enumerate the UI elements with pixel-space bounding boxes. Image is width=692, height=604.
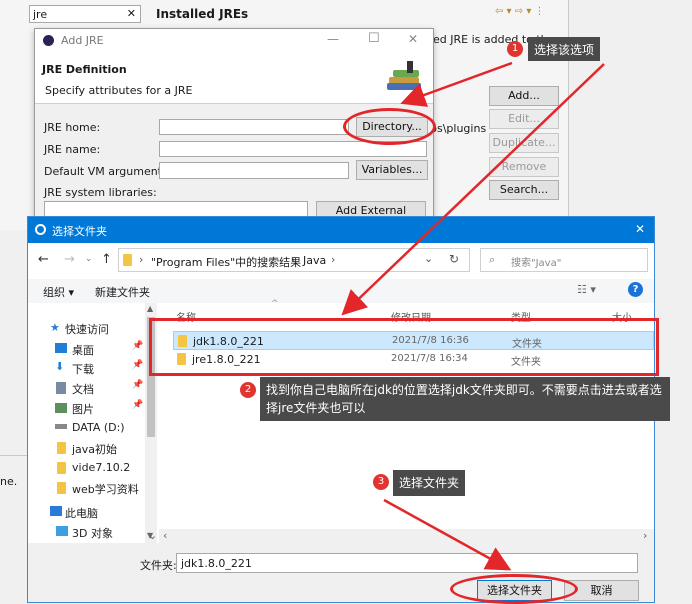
annotation-1-badge: 1: [507, 41, 523, 57]
arrow-annotations: [341, 61, 605, 571]
annotation-2-callout: 找到你自己电脑所在jdk的位置选择jdk文件夹即可。不需要点击进去或者选择jre…: [260, 377, 670, 421]
annotation-2-badge: 2: [240, 382, 256, 398]
annotation-1-callout: 选择该选项: [528, 37, 601, 61]
arrow-to-file-list: [341, 63, 605, 316]
arrow-to-select-button: [383, 498, 512, 571]
arrow-to-directory: [400, 61, 513, 107]
annotation-3-badge: 3: [373, 474, 389, 490]
annotation-3-callout: 选择文件夹: [393, 470, 466, 496]
